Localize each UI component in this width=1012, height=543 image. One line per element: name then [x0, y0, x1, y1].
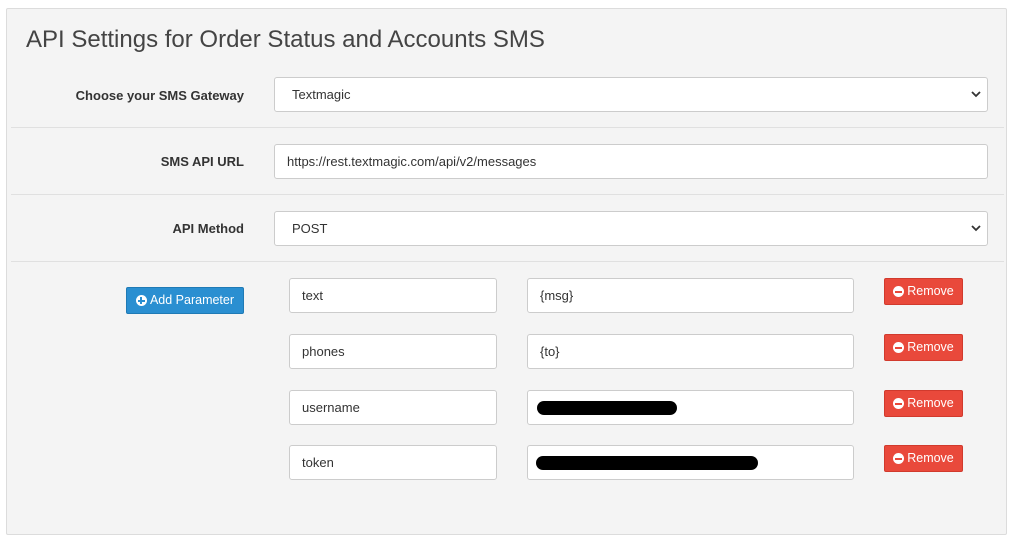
api-method-label: API Method [172, 221, 245, 236]
gateway-select[interactable]: Textmagic [274, 77, 988, 112]
gateway-selected-value: Textmagic [292, 87, 351, 102]
api-method-select[interactable]: POST [274, 211, 988, 246]
remove-parameter-button[interactable]: Remove [884, 445, 963, 472]
panel-title: API Settings for Order Status and Accoun… [26, 26, 545, 53]
remove-parameter-button[interactable]: Remove [884, 278, 963, 305]
chevron-down-icon [969, 78, 983, 111]
remove-label: Remove [907, 340, 954, 354]
parameter-key-input[interactable]: phones [289, 334, 497, 369]
remove-label: Remove [907, 396, 954, 410]
remove-parameter-button[interactable]: Remove [884, 334, 963, 361]
chevron-down-icon [969, 212, 983, 245]
row-divider [11, 127, 1004, 128]
gateway-label: Choose your SMS Gateway [75, 88, 244, 103]
add-parameter-button[interactable]: Add Parameter [126, 287, 244, 314]
parameter-key-input[interactable]: token [289, 445, 497, 480]
minus-circle-icon [893, 398, 905, 409]
redacted-value [537, 401, 677, 415]
parameter-key-input[interactable]: text [289, 278, 497, 313]
minus-circle-icon [893, 342, 905, 353]
api-url-label: SMS API URL [160, 154, 244, 169]
row-divider [11, 261, 1004, 262]
api-method-selected-value: POST [292, 221, 328, 236]
minus-circle-icon [893, 453, 905, 464]
parameter-value-input[interactable] [527, 445, 854, 480]
parameter-value-input[interactable]: {msg} [527, 278, 854, 313]
parameter-key-input[interactable]: username [289, 390, 497, 425]
api-settings-panel: API Settings for Order Status and Accoun… [6, 8, 1007, 535]
plus-circle-icon [135, 295, 147, 306]
minus-circle-icon [893, 286, 905, 297]
remove-parameter-button[interactable]: Remove [884, 390, 963, 417]
parameter-value-input[interactable]: {to} [527, 334, 854, 369]
add-parameter-label: Add Parameter [149, 293, 235, 307]
remove-label: Remove [907, 451, 954, 465]
remove-label: Remove [907, 284, 954, 298]
api-url-input[interactable]: https://rest.textmagic.com/api/v2/messag… [274, 144, 988, 179]
row-divider [11, 194, 1004, 195]
redacted-value [536, 456, 758, 470]
parameter-value-input[interactable] [527, 390, 854, 425]
